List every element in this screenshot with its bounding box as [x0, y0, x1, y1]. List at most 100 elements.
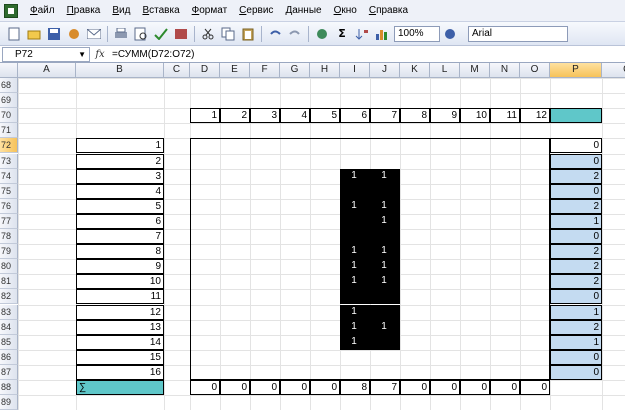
copy-icon[interactable] — [220, 26, 236, 42]
cut-icon[interactable] — [200, 26, 216, 42]
open-folder-icon[interactable] — [26, 26, 42, 42]
row-sum-cell[interactable]: 0 — [550, 153, 602, 169]
row-header-83[interactable]: 83 — [0, 304, 18, 320]
column-header-D[interactable]: D — [190, 63, 220, 78]
zoom-dropdown[interactable]: 100% — [394, 25, 440, 42]
row-sum-cell[interactable]: 2 — [550, 168, 602, 184]
filled-cell[interactable] — [370, 183, 400, 199]
hyperlink-icon[interactable] — [314, 26, 330, 42]
column-header-N[interactable]: N — [490, 63, 520, 78]
worksheet-grid[interactable]: 1 2 3 4 5 6 7 8 9 10 11 12 1 2 3 4 5 6 7 8 9 10 11 12 13 14 15 16 1 1… — [18, 78, 625, 410]
row-sum-cell[interactable]: 1 — [550, 334, 602, 350]
column-header-H[interactable]: H — [310, 63, 340, 78]
row-sum-cell[interactable]: 1 — [550, 304, 602, 320]
column-header-J[interactable]: J — [370, 63, 400, 78]
filled-cell[interactable]: 1 — [340, 244, 370, 260]
header-number-cell[interactable]: 11 — [490, 108, 520, 124]
filled-cell[interactable]: 1 — [370, 244, 400, 260]
menu-format[interactable]: Формат — [186, 0, 234, 22]
redo-icon[interactable] — [287, 26, 303, 42]
row-header-71[interactable]: 71 — [0, 123, 18, 139]
row-index-cell[interactable]: 11 — [76, 289, 164, 305]
filled-cell[interactable] — [370, 334, 400, 350]
row-header-87[interactable]: 87 — [0, 364, 18, 380]
excel-app-icon[interactable] — [4, 3, 18, 18]
row-index-cell[interactable]: 6 — [76, 213, 164, 229]
row-sum-cell[interactable]: 0 — [550, 183, 602, 199]
spelling-icon[interactable] — [153, 26, 169, 42]
row-header-73[interactable]: 73 — [0, 153, 18, 169]
row-header-72[interactable]: 72 — [0, 138, 18, 154]
filled-cell[interactable]: 1 — [370, 168, 400, 184]
row-sum-cell[interactable]: 1 — [550, 213, 602, 229]
column-header-Q[interactable]: Q — [602, 63, 625, 78]
email-icon[interactable] — [86, 26, 102, 42]
menu-edit[interactable]: Правка — [61, 0, 107, 22]
row-sum-cell[interactable]: 2 — [550, 319, 602, 335]
column-header-M[interactable]: M — [460, 63, 490, 78]
paste-icon[interactable] — [240, 26, 256, 42]
filled-cell[interactable] — [340, 183, 370, 199]
filled-cell[interactable]: 1 — [340, 198, 370, 214]
column-sum-cell[interactable]: 0 — [310, 380, 340, 396]
row-index-cell[interactable]: 9 — [76, 259, 164, 275]
header-number-cell[interactable]: 2 — [220, 108, 250, 124]
row-header-76[interactable]: 76 — [0, 198, 18, 214]
column-header-E[interactable]: E — [220, 63, 250, 78]
row-index-cell[interactable]: 10 — [76, 274, 164, 290]
row-sum-cell[interactable]: 0 — [550, 229, 602, 245]
filled-cell[interactable]: 1 — [340, 319, 370, 335]
column-header-C[interactable]: C — [164, 63, 190, 78]
row-index-cell[interactable]: 16 — [76, 364, 164, 380]
sigma-cell[interactable]: ∑ — [76, 380, 164, 396]
filled-cell[interactable]: 1 — [370, 274, 400, 290]
research-icon[interactable] — [173, 26, 189, 42]
column-sum-cell[interactable]: 0 — [520, 380, 550, 396]
column-sum-cell[interactable]: 0 — [460, 380, 490, 396]
row-header-69[interactable]: 69 — [0, 93, 18, 109]
row-sum-cell[interactable]: 0 — [550, 138, 602, 154]
column-sum-cell[interactable]: 0 — [190, 380, 220, 396]
row-index-cell[interactable]: 3 — [76, 168, 164, 184]
row-header-89[interactable]: 89 — [0, 395, 18, 410]
row-index-cell[interactable]: 8 — [76, 244, 164, 260]
row-index-cell[interactable]: 5 — [76, 198, 164, 214]
name-box[interactable]: P72 ▼ — [2, 46, 90, 62]
column-sum-cell[interactable]: 0 — [250, 380, 280, 396]
filled-cell[interactable] — [340, 229, 370, 245]
header-number-cell[interactable]: 3 — [250, 108, 280, 124]
menu-tools[interactable]: Сервис — [233, 0, 279, 22]
column-header-G[interactable]: G — [280, 63, 310, 78]
help-icon[interactable] — [442, 26, 458, 42]
menu-file[interactable]: Файл — [24, 0, 61, 22]
column-header-L[interactable]: L — [430, 63, 460, 78]
column-sum-cell[interactable]: 0 — [400, 380, 430, 396]
column-header-O[interactable]: O — [520, 63, 550, 78]
column-header-A[interactable]: A — [18, 63, 76, 78]
column-header-F[interactable]: F — [250, 63, 280, 78]
header-number-cell[interactable]: 12 — [520, 108, 550, 124]
sort-ascending-icon[interactable] — [354, 26, 370, 42]
filled-cell[interactable]: 1 — [340, 274, 370, 290]
row-header-78[interactable]: 78 — [0, 229, 18, 245]
print-icon[interactable] — [113, 26, 129, 42]
filled-cell[interactable]: 1 — [340, 334, 370, 350]
filled-cell[interactable] — [370, 304, 400, 320]
filled-cell[interactable]: 1 — [340, 168, 370, 184]
row-header-68[interactable]: 68 — [0, 78, 18, 94]
menu-insert[interactable]: Вставка — [136, 0, 185, 22]
row-index-cell[interactable]: 4 — [76, 183, 164, 199]
column-sum-cell[interactable]: 0 — [430, 380, 460, 396]
header-number-cell[interactable]: 6 — [340, 108, 370, 124]
header-number-cell[interactable]: 1 — [190, 108, 220, 124]
column-header-P[interactable]: P — [550, 63, 602, 78]
header-number-cell[interactable]: 10 — [460, 108, 490, 124]
permission-icon[interactable] — [66, 26, 82, 42]
header-sum-cell[interactable] — [550, 108, 602, 124]
header-number-cell[interactable]: 8 — [400, 108, 430, 124]
column-header-I[interactable]: I — [340, 63, 370, 78]
filled-cell[interactable]: 1 — [340, 259, 370, 275]
row-sum-cell[interactable]: 2 — [550, 244, 602, 260]
row-index-cell[interactable]: 13 — [76, 319, 164, 335]
column-sum-cell[interactable]: 7 — [370, 380, 400, 396]
